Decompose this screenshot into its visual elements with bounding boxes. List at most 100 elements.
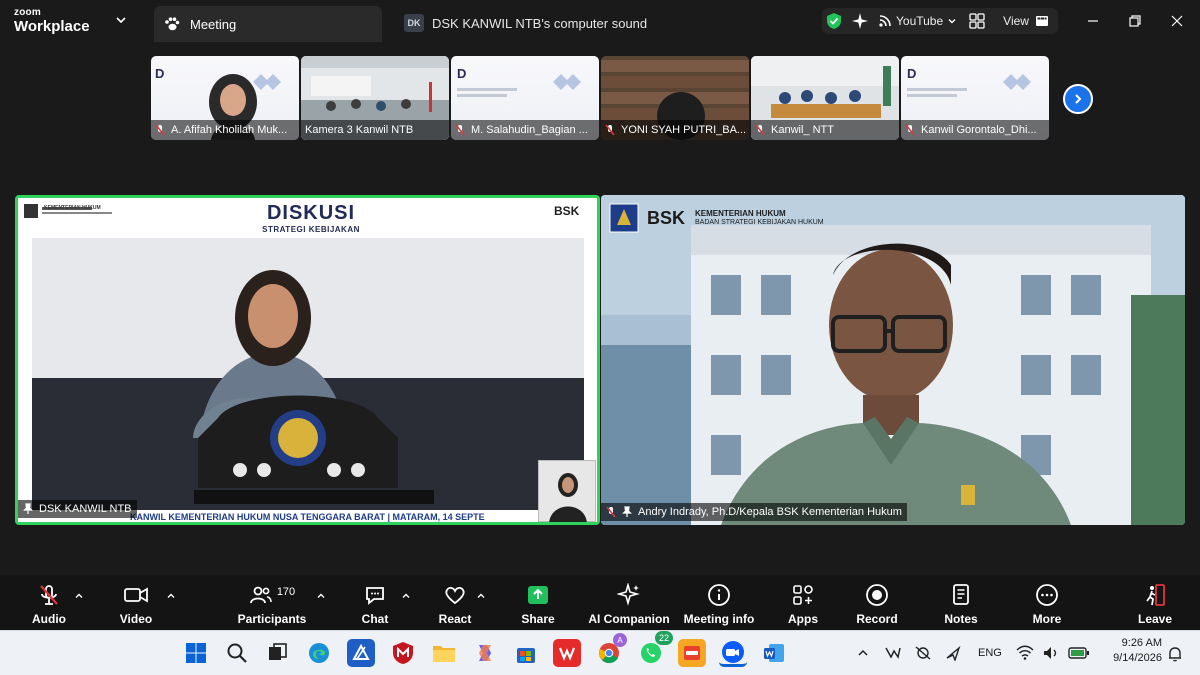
leave-button[interactable]: Leave — [1136, 583, 1174, 627]
location-icon[interactable] — [944, 645, 962, 661]
titlebar-controls: YouTube View — [822, 8, 1058, 34]
active-speaker-video[interactable]: DISKUSI STRATEGI KEBIJAKAN KEMENTERIAN H… — [15, 195, 600, 525]
participant-thumbnail[interactable]: D M. Salahudin_Bagian ... — [451, 56, 599, 140]
battery-charging-icon[interactable] — [1068, 646, 1090, 660]
chevron-down-icon[interactable] — [114, 13, 128, 27]
shield-check-icon[interactable] — [826, 12, 842, 30]
mail-app[interactable] — [347, 639, 375, 667]
notes-label: Notes — [944, 612, 978, 626]
tab-computer-sound[interactable]: DK DSK KANWIL NTB's computer sound — [404, 12, 647, 34]
task-view-button[interactable] — [263, 639, 291, 667]
participant-name: Kanwil Gorontalo_Dhi... — [921, 124, 1037, 136]
pin-icon — [622, 506, 632, 517]
chevron-up-icon[interactable] — [166, 591, 176, 601]
youtube-stream-button[interactable]: YouTube — [878, 14, 957, 28]
zoom-app[interactable] — [719, 639, 747, 667]
mic-muted-icon — [155, 124, 165, 136]
clock[interactable]: 9:26 AM 9/14/2026 — [1098, 637, 1162, 664]
tab-meeting[interactable]: Meeting — [154, 6, 382, 42]
mcafee-app[interactable] — [389, 639, 417, 667]
edge-browser-icon — [309, 643, 329, 663]
chrome-app[interactable]: A — [595, 633, 627, 667]
wps-app[interactable] — [553, 639, 581, 667]
restore-icon[interactable] — [1126, 12, 1144, 30]
ai-sparkle-icon[interactable] — [852, 13, 868, 29]
participant-name: Kanwil_ NTT — [771, 124, 834, 136]
react-label: React — [438, 612, 472, 626]
notification-bell-icon[interactable] — [1166, 645, 1184, 663]
search-taskbar-button[interactable] — [223, 639, 251, 667]
wifi-icon[interactable] — [1016, 645, 1034, 661]
whatsapp-app[interactable]: 22 — [637, 631, 673, 667]
camera-off-icon[interactable] — [914, 645, 932, 661]
thumbnail-label: A. Afifah Kholilah Muk... — [151, 120, 299, 140]
chrome-profile-badge: A — [613, 633, 627, 647]
chevron-up-icon[interactable] — [74, 591, 84, 601]
video-feed — [18, 198, 597, 522]
participant-thumbnail[interactable]: Kanwil_ NTT — [751, 56, 899, 140]
start-button[interactable] — [182, 639, 210, 667]
notes-button[interactable]: Notes — [942, 583, 980, 627]
tab-meeting-label: Meeting — [190, 16, 237, 32]
share-button[interactable]: Share — [518, 583, 558, 627]
gallery-grid-icon[interactable] — [969, 13, 985, 29]
notes-icon — [953, 584, 969, 605]
participant-name: YONI SYAH PUTRI_BA... — [621, 124, 747, 136]
task-view-icon — [269, 643, 287, 660]
chevron-up-icon[interactable] — [476, 591, 486, 601]
participant-thumbnail[interactable]: Kamera 3 Kanwil NTB — [301, 56, 449, 140]
meeting-toolbar: Audio Video 170 Participants Chat React … — [0, 575, 1200, 630]
zoom-app-icon — [722, 640, 744, 663]
more-dots-icon — [1036, 584, 1058, 606]
store-app[interactable] — [512, 639, 540, 667]
chevron-up-icon[interactable] — [401, 591, 411, 601]
meeting-info-button[interactable]: Meeting info — [682, 583, 756, 627]
chevron-up-icon[interactable] — [316, 591, 326, 601]
participants-label: Participants — [237, 612, 307, 626]
thumbnail-label: YONI SYAH PUTRI_BA... — [601, 120, 749, 140]
participant-video[interactable]: BSK KEMENTERIAN HUKUM BADAN STRATEGI KEB… — [601, 195, 1185, 525]
paw-icon — [165, 17, 180, 31]
edge-app[interactable] — [305, 639, 333, 667]
svg-text:D: D — [907, 66, 916, 81]
speaker-volume-icon[interactable] — [1042, 645, 1060, 661]
input-language[interactable]: ENG — [978, 647, 1002, 659]
record-button[interactable]: Record — [856, 583, 898, 627]
video-button[interactable]: Video — [118, 583, 154, 627]
next-page-button[interactable] — [1063, 84, 1093, 114]
document-app-icon — [352, 643, 370, 660]
tray-app-icon[interactable] — [884, 645, 902, 661]
participant-thumbnail[interactable]: YONI SYAH PUTRI_BA... — [601, 56, 749, 140]
speaker-name: DSK KANWIL NTB — [39, 503, 132, 515]
minimize-icon[interactable] — [1084, 12, 1102, 30]
reader-app[interactable] — [678, 639, 706, 667]
file-explorer-app[interactable] — [430, 639, 458, 667]
clock-date: 9/14/2026 — [1113, 652, 1162, 664]
bsk-logo: BSK — [647, 207, 686, 228]
chat-bubble-icon — [366, 587, 384, 605]
title-bar: zoom Workplace Meeting DK DSK KANWIL NTB… — [0, 0, 1200, 44]
record-label: Record — [856, 612, 898, 626]
chevron-up-icon[interactable] — [857, 648, 869, 658]
copilot-app[interactable] — [471, 639, 499, 667]
more-button[interactable]: More — [1030, 583, 1064, 627]
leave-door-icon — [1146, 584, 1165, 606]
participant-thumbnail[interactable]: D A. Afifah Kholilah Muk... — [151, 56, 299, 140]
svg-text:D: D — [457, 66, 466, 81]
svg-text:D: D — [155, 66, 164, 81]
audio-button[interactable]: Audio — [30, 583, 68, 627]
word-app[interactable] — [760, 639, 788, 667]
audio-label: Audio — [32, 612, 66, 626]
participants-button[interactable]: 170 Participants — [237, 583, 307, 627]
view-button[interactable]: View — [1003, 14, 1049, 28]
copilot-icon — [479, 645, 491, 661]
zoom-workplace-logo[interactable]: zoom Workplace — [14, 8, 90, 35]
participant-thumbnail[interactable]: D Kanwil Gorontalo_Dhi... — [901, 56, 1049, 140]
chat-button[interactable]: Chat — [358, 583, 392, 627]
org-subtitle: BADAN STRATEGI KEBIJAKAN HUKUM — [695, 218, 824, 226]
ai-companion-button[interactable]: AI Companion — [588, 583, 670, 627]
close-icon[interactable] — [1168, 12, 1186, 30]
thumbnail-label: Kanwil Gorontalo_Dhi... — [901, 120, 1049, 140]
react-button[interactable]: React — [436, 583, 474, 627]
apps-button[interactable]: Apps — [786, 583, 820, 627]
